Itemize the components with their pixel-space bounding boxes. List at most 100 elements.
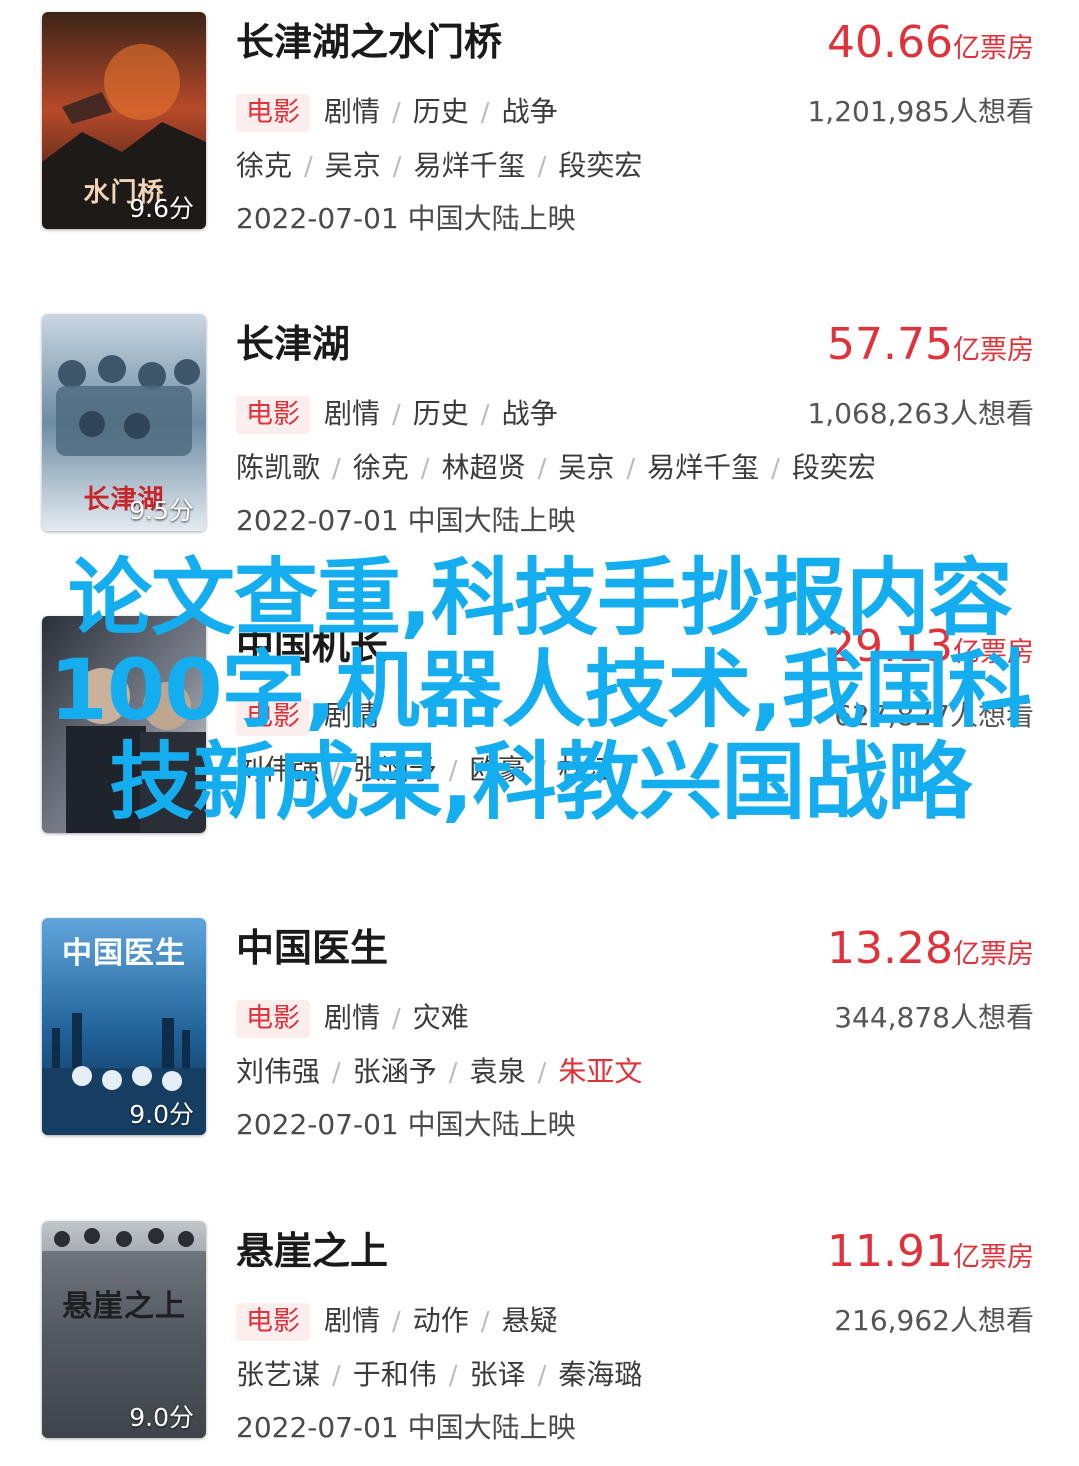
separator: / [480,400,490,430]
type-badge: 电影 [236,1000,310,1038]
separator: / [332,1058,341,1088]
cast-member: 易烊千玺 [413,149,526,182]
cast-member: 于和伟 [352,1358,437,1391]
separator: / [392,400,401,430]
movie-title[interactable]: 悬崖之上 [236,1227,388,1275]
movie-poster[interactable]: 长津湖 9.5分 [42,314,206,531]
separator: / [392,98,401,128]
wish-count: 344,878人想看 [834,1001,1034,1034]
movie-item[interactable]: 水门桥 9.6分 长津湖之水门桥 40.66亿票房 电影 剧情 / 历史 / 战争 1,2… [0,12,1079,242]
movie-item[interactable]: 长津湖 9.5分 长津湖 57.75亿票房 电影 剧情 / 历史 / 战争 1,068,2… [0,314,1079,544]
cast-member: 张艺谋 [236,1358,321,1391]
cast-member: 段奕宏 [558,149,643,182]
genre: 历史 [412,95,469,128]
cast-member: 吴京 [558,451,615,484]
box-office: 11.91亿票房 [827,1227,1034,1286]
cast-member: 林超贤 [441,451,526,484]
box-office-unit: 亿票房 [953,1242,1034,1273]
cast-member: 陈凯歌 [236,451,321,484]
box-office-value: 57.75 [827,319,953,370]
separator: / [304,152,313,182]
type-badge: 电影 [236,396,310,434]
genre: 剧情 [324,397,381,430]
genre: 剧情 [324,1001,381,1034]
genre: 悬疑 [501,1304,558,1337]
release-info: 2022-07-01 中国大陆上映 [236,504,576,537]
separator: / [420,454,430,484]
genre: 灾难 [412,1001,469,1034]
separator: / [626,454,636,484]
box-office: 57.75亿票房 [827,320,1034,379]
wish-count: 216,962人想看 [834,1304,1034,1337]
genre-row: 电影 剧情 / 历史 / 战争 [236,394,558,434]
movie-title[interactable]: 中国医生 [236,924,388,972]
wish-count: 1,201,985人想看 [807,95,1034,128]
box-office-value: 40.66 [827,17,953,68]
score-badge: 9.5分 [129,496,194,525]
score-badge: 9.6分 [129,194,194,223]
genre: 动作 [412,1304,469,1337]
separator: / [392,1307,401,1337]
movie-title[interactable]: 长津湖之水门桥 [236,18,502,66]
cast-member: 袁泉 [469,1055,526,1088]
genre: 剧情 [324,95,381,128]
type-badge: 电影 [236,1303,310,1341]
separator: / [771,454,780,484]
cast-member: 刘伟强 [236,1055,321,1088]
cast-member: 吴京 [324,149,381,182]
score-badge: 9.0分 [129,1403,194,1432]
movie-poster[interactable]: 水门桥 9.6分 [42,12,206,229]
wish-count: 1,068,263人想看 [807,397,1034,430]
separator: / [392,152,402,182]
genre-row: 电影 剧情 / 历史 / 战争 [236,92,558,132]
movie-title[interactable]: 长津湖 [236,320,350,368]
genre: 剧情 [324,1304,381,1337]
poster-title-art: 中国医生 [62,936,186,971]
cast-member: 段奕宏 [791,451,876,484]
separator: / [537,152,547,182]
overlay-caption: 论文查重,科技手抄报内容100字,机器人技术,我国科技新成果,科教兴国战略 [49,549,1031,831]
separator: / [537,1058,547,1088]
cast-row: 徐克 / 吴京 / 易烊千玺 / 段奕宏 [236,146,642,186]
release-info: 2022-07-01 中国大陆上映 [236,1108,576,1141]
box-office-value: 13.28 [827,923,953,974]
genre: 战争 [501,397,558,430]
box-office: 40.66亿票房 [827,18,1034,77]
separator: / [480,98,490,128]
separator: / [332,1361,341,1391]
box-office-unit: 亿票房 [953,33,1034,64]
type-badge: 电影 [236,94,310,132]
cast-member-highlighted: 朱亚文 [558,1055,643,1088]
separator: / [537,1361,547,1391]
movie-item[interactable]: 中国医生 9.0分 中国医生 13.28亿票房 电影 剧情 / 灾难 344,878人… [0,918,1079,1148]
genre: 战争 [501,95,558,128]
separator: / [392,1004,401,1034]
cast-member: 秦海璐 [558,1358,643,1391]
box-office-unit: 亿票房 [953,335,1034,366]
genre-row: 电影 剧情 / 灾难 [236,998,469,1038]
separator: / [448,1361,458,1391]
release-info: 2022-07-01 中国大陆上映 [236,1411,576,1444]
cast-member: 张译 [469,1358,526,1391]
genre: 历史 [412,397,469,430]
box-office-value: 11.91 [827,1226,953,1277]
separator: / [448,1058,458,1088]
release-info: 2022-07-01 中国大陆上映 [236,202,576,235]
box-office-unit: 亿票房 [953,939,1034,970]
cast-member: 徐克 [236,149,293,182]
cast-member: 张涵予 [352,1055,437,1088]
separator: / [537,454,547,484]
box-office: 13.28亿票房 [827,924,1034,983]
genre-row: 电影 剧情 / 动作 / 悬疑 [236,1301,558,1341]
movie-poster[interactable]: 中国医生 9.0分 [42,918,206,1135]
cast-row: 张艺谋 / 于和伟 / 张译 / 秦海璐 [236,1355,642,1395]
movie-item[interactable]: 悬崖之上 9.0分 悬崖之上 11.91亿票房 电影 剧情 / 动作 / 悬疑 216,9… [0,1221,1079,1451]
separator: / [332,454,341,484]
score-badge: 9.0分 [129,1100,194,1129]
cast-row: 刘伟强 / 张涵予 / 袁泉 / 朱亚文 [236,1052,642,1092]
cast-member: 易烊千玺 [647,451,760,484]
poster-title-art: 悬崖之上 [62,1289,186,1324]
cast-row: 陈凯歌 / 徐克 / 林超贤 / 吴京 / 易烊千玺 / 段奕宏 [236,448,876,488]
cast-member: 徐克 [352,451,409,484]
movie-poster[interactable]: 悬崖之上 9.0分 [42,1221,206,1438]
